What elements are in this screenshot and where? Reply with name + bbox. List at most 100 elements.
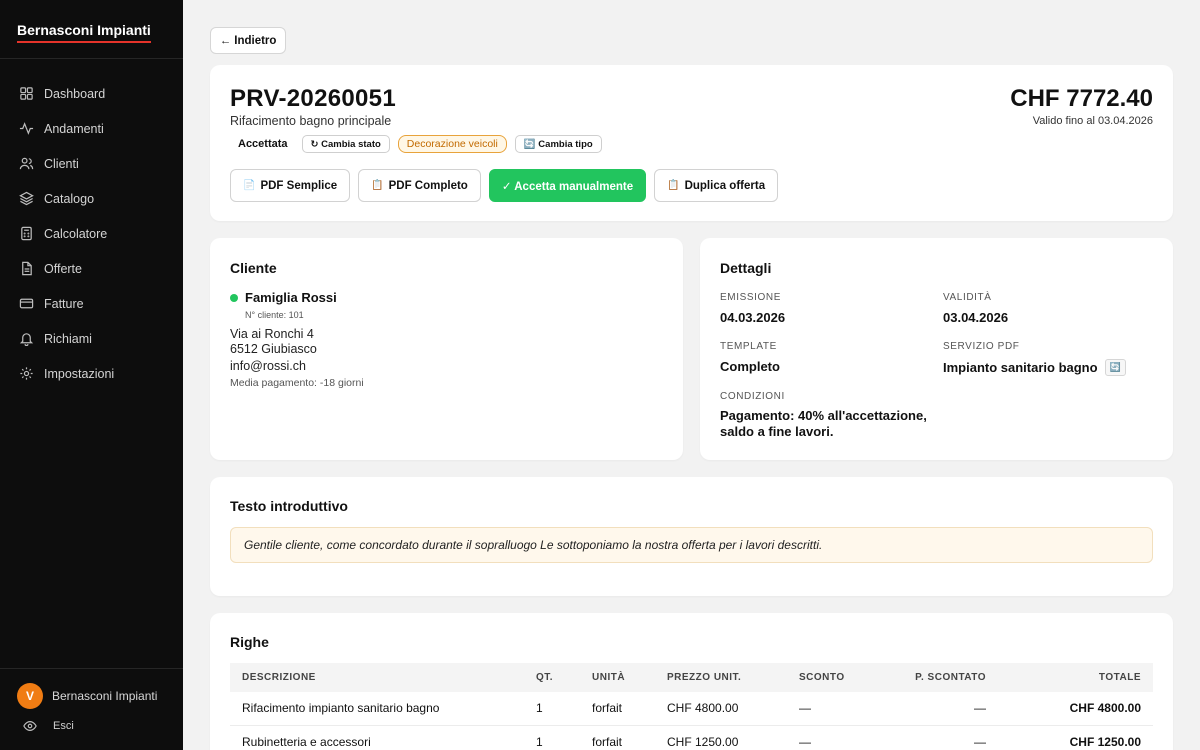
badges-row: Accettata ↻ Cambia stato Decorazione vei… <box>230 135 610 153</box>
cell-discounted-price: — <box>881 692 998 726</box>
emission-value: 04.03.2026 <box>720 310 786 325</box>
cell-discounted-price: — <box>881 725 998 750</box>
back-button[interactable]: ← Indietro <box>210 27 286 54</box>
sidebar-item-clienti[interactable]: Clienti <box>0 146 183 181</box>
users-icon <box>19 157 34 170</box>
brand-name[interactable]: Bernasconi Impianti <box>17 22 151 43</box>
sidebar-item-label: Richiami <box>44 331 92 346</box>
cell-qty: 1 <box>524 692 580 726</box>
logout-button[interactable]: Esci <box>17 719 183 733</box>
sidebar-item-calcolatore[interactable]: Calcolatore <box>0 216 183 251</box>
pdf-full-label: PDF Completo <box>388 179 468 192</box>
change-type-button[interactable]: 🔄 Cambia tipo <box>514 135 602 153</box>
details-card: Dettagli Emissione 04.03.2026 Validità 0… <box>700 238 1173 460</box>
offer-number: PRV-20260051 <box>230 85 396 112</box>
sidebar-item-fatture[interactable]: Fatture <box>0 286 183 321</box>
sidebar-item-dashboard[interactable]: Dashboard <box>0 76 183 111</box>
pdf-service-label: Servizio PDF <box>943 341 1020 352</box>
document-icon: 📋 <box>371 180 384 191</box>
pdf-service-value: Impianto sanitario bagno <box>943 360 1098 375</box>
lines-card-title: Righe <box>230 634 269 650</box>
cell-total: CHF 1250.00 <box>998 725 1153 750</box>
conditions-value-line1: Pagamento: 40% all'accettazione, <box>720 408 927 423</box>
file-icon: 📄 <box>243 180 256 191</box>
intro-card: Testo introduttivo Gentile cliente, come… <box>210 477 1173 596</box>
validity-value: 03.04.2026 <box>943 310 1009 325</box>
calculator-icon <box>21 226 32 241</box>
lines-card: Righe Descrizione Qt. Unità Prezzo unit.… <box>210 613 1173 750</box>
refresh-icon[interactable]: 🔄 <box>1104 359 1126 376</box>
pdf-service-field: Servizio PDF Impianto sanitario bagno 🔄 <box>943 341 1126 376</box>
cell-discount: — <box>787 725 881 750</box>
header-discount: Sconto <box>787 663 881 692</box>
offer-valid-until: Valido fino al 03.04.2026 <box>1032 115 1153 127</box>
accept-manually-button[interactable]: ✓ Accetta manualmente <box>488 169 647 202</box>
header-discounted-price: P. scontato <box>881 663 998 692</box>
cell-discount: — <box>787 692 881 726</box>
sidebar-item-impostazioni[interactable]: Impostazioni <box>0 356 183 391</box>
layers-icon <box>19 191 34 206</box>
offer-subtitle: Rifacimento bagno principale <box>230 114 392 128</box>
pdf-simple-label: PDF Semplice <box>260 179 338 192</box>
details-card-title: Dettagli <box>720 260 772 276</box>
logout-label: Esci <box>53 720 74 732</box>
cell-unit: forfait <box>580 692 655 726</box>
type-badge: Decorazione veicoli <box>397 135 507 153</box>
template-field: Template Completo <box>720 341 780 374</box>
header-total: Totale <box>998 663 1153 692</box>
sidebar-item-label: Dashboard <box>44 86 106 101</box>
bell-icon <box>19 333 34 346</box>
table-row[interactable]: Rubinetteria e accessori 1 forfait CHF 1… <box>230 725 1153 750</box>
cell-unit-price: CHF 1250.00 <box>655 725 787 750</box>
gear-icon <box>20 367 33 380</box>
sidebar-item-offerte[interactable]: Offerte <box>0 251 183 286</box>
sidebar-item-label: Calcolatore <box>44 226 108 241</box>
grid-icon <box>20 87 33 100</box>
client-payment-average: Media pagamento: -18 giorni <box>230 377 364 389</box>
sidebar-item-richiami[interactable]: Richiami <box>0 321 183 356</box>
client-card-title: Cliente <box>230 260 277 276</box>
sidebar-item-label: Fatture <box>44 296 84 311</box>
lines-table: Descrizione Qt. Unità Prezzo unit. Scont… <box>230 663 1153 750</box>
sidebar-item-label: Catalogo <box>44 191 95 206</box>
sidebar-nav: Dashboard Andamenti Clienti Catalogo Cal… <box>0 59 183 391</box>
sidebar-item-catalogo[interactable]: Catalogo <box>0 181 183 216</box>
conditions-label: Condizioni <box>720 391 785 402</box>
file-text-icon <box>22 261 32 276</box>
header-description: Descrizione <box>230 663 524 692</box>
client-street: Via ai Ronchi 4 <box>230 327 314 341</box>
client-name[interactable]: Famiglia Rossi <box>245 290 337 305</box>
eye-icon <box>23 721 37 731</box>
client-city: 6512 Giubiasco <box>230 342 317 356</box>
sidebar-item-label: Andamenti <box>44 121 104 136</box>
duplicate-offer-button[interactable]: 📋 Duplica offerta <box>654 169 779 202</box>
cell-total: CHF 4800.00 <box>998 692 1153 726</box>
cell-unit: forfait <box>580 725 655 750</box>
validity-field: Validità 03.04.2026 <box>943 292 1008 325</box>
table-header-row: Descrizione Qt. Unità Prezzo unit. Scont… <box>230 663 1153 692</box>
client-name-row: Famiglia Rossi <box>230 290 337 305</box>
pdf-simple-button[interactable]: 📄 PDF Semplice <box>230 169 351 202</box>
brand: Bernasconi Impianti <box>0 0 183 59</box>
table-row[interactable]: Rifacimento impianto sanitario bagno 1 f… <box>230 692 1153 726</box>
client-number: N° cliente: 101 <box>245 310 304 320</box>
intro-text: Gentile cliente, come concordato durante… <box>230 527 1153 563</box>
sidebar-item-andamenti[interactable]: Andamenti <box>0 111 183 146</box>
intro-card-title: Testo introduttivo <box>230 498 348 514</box>
validity-label: Validità <box>943 292 992 303</box>
client-card: Cliente Famiglia Rossi N° cliente: 101 V… <box>210 238 683 460</box>
duplicate-label: Duplica offerta <box>684 179 766 192</box>
cell-description: Rifacimento impianto sanitario bagno <box>230 692 524 726</box>
offer-total: CHF 7772.40 <box>1010 85 1153 112</box>
change-status-button[interactable]: ↻ Cambia stato <box>301 135 390 153</box>
accept-label: ✓ Accetta manualmente <box>501 180 634 193</box>
sidebar-footer: V Bernasconi Impianti Esci <box>0 668 183 750</box>
status-badge: Accettata <box>238 138 288 150</box>
header-unit: Unità <box>580 663 655 692</box>
sidebar: Bernasconi Impianti Dashboard Andamenti … <box>0 0 183 750</box>
template-value: Completo <box>720 359 780 374</box>
credit-card-icon <box>19 298 34 309</box>
client-email[interactable]: info@rossi.ch <box>230 359 306 373</box>
pdf-full-button[interactable]: 📋 PDF Completo <box>358 169 481 202</box>
user-row[interactable]: V Bernasconi Impianti <box>17 683 183 709</box>
